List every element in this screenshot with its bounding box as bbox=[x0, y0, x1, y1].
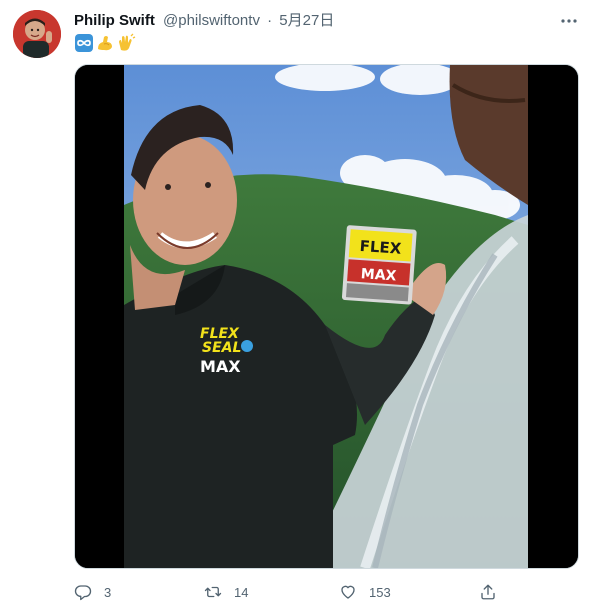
reply-count: 3 bbox=[104, 584, 112, 600]
more-icon bbox=[561, 19, 577, 23]
clapping-hands-emoji bbox=[116, 33, 136, 53]
heart-icon bbox=[341, 585, 355, 599]
retweet-count: 14 bbox=[234, 584, 249, 600]
share-button[interactable] bbox=[479, 580, 497, 604]
reply-icon bbox=[74, 585, 92, 601]
reply-button[interactable]: 3 bbox=[74, 580, 111, 604]
like-count: 153 bbox=[369, 584, 391, 600]
shirt-logo-line2: SEAL bbox=[202, 340, 241, 356]
flexed-biceps-emoji bbox=[95, 33, 115, 53]
author-name[interactable]: Philip Swift bbox=[74, 12, 155, 29]
retweet-button[interactable]: 14 bbox=[204, 580, 248, 604]
author-handle[interactable]: @philswiftontv bbox=[163, 12, 260, 29]
tweet-date[interactable]: 5月27日 bbox=[279, 12, 334, 29]
package-label-top: FLEX bbox=[359, 237, 402, 258]
retweet-icon bbox=[204, 586, 222, 598]
tweet-text bbox=[74, 33, 136, 53]
share-icon bbox=[481, 584, 495, 600]
shirt-logo-line3: MAX bbox=[200, 357, 241, 376]
separator-dot: · bbox=[267, 12, 273, 29]
tweet-actions: 3 14 153 bbox=[74, 580, 504, 604]
like-button[interactable]: 153 bbox=[339, 580, 391, 604]
tweet: Philip Swift @philswiftontv · 5月27日 FLEX… bbox=[0, 0, 596, 613]
more-button[interactable] bbox=[559, 11, 579, 31]
package-label-bottom: MAX bbox=[360, 266, 397, 284]
tweet-media-video[interactable]: FLEX MAX FLEX SEAL MAX bbox=[74, 64, 579, 569]
avatar[interactable] bbox=[13, 10, 61, 58]
infinity-emoji bbox=[74, 33, 94, 53]
tweet-header: Philip Swift @philswiftontv · 5月27日 bbox=[74, 11, 556, 31]
